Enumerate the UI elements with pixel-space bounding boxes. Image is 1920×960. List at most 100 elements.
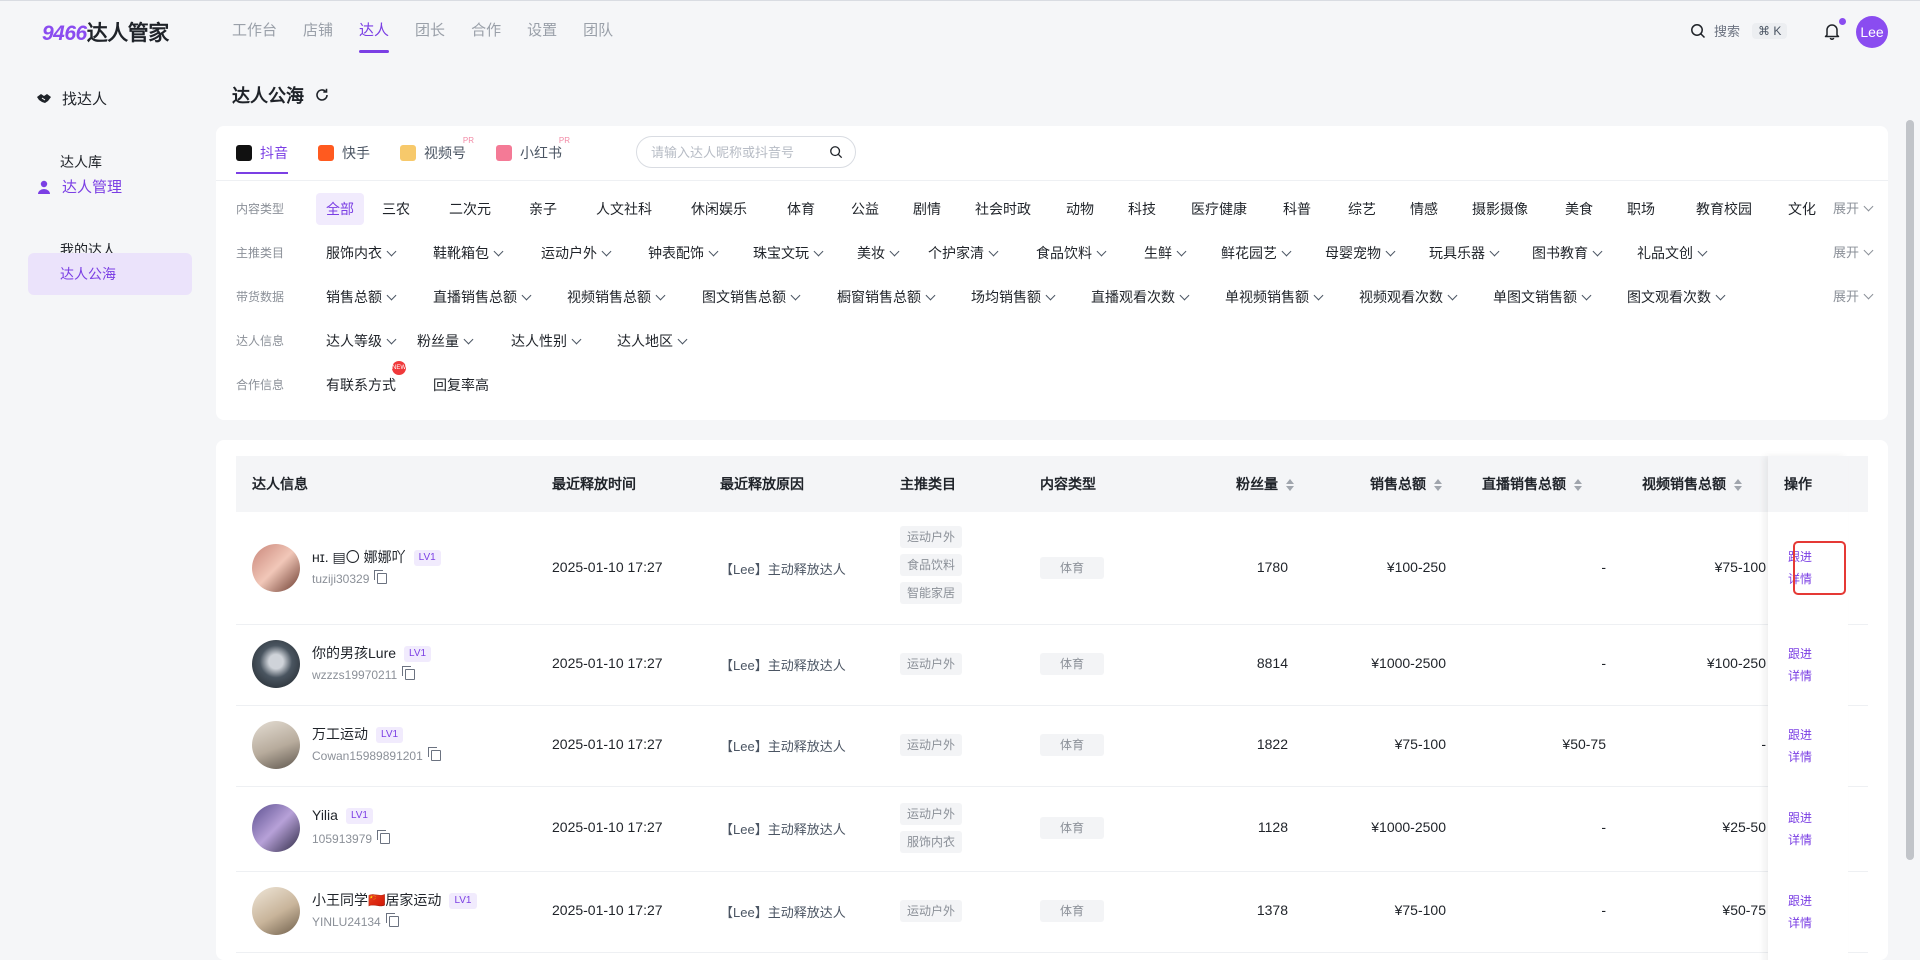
col-live-sales-sortable[interactable]: 直播销售总额 [1482,456,1582,512]
copy-icon[interactable] [377,830,391,844]
creator-nickname[interactable]: 你的男孩Lure LV1 [312,643,432,663]
category-dropdown[interactable]: 个护家清 [928,237,999,269]
tab-xiaohongshu[interactable]: 小红书 PR [496,126,570,180]
category-dropdown[interactable]: 美妆 [857,237,900,269]
sales-dropdown[interactable]: 橱窗销售总额 [837,281,936,313]
content-type-option[interactable]: 动物 [1066,193,1094,225]
copy-icon[interactable] [427,747,441,761]
sales-dropdown[interactable]: 单图文销售额 [1493,281,1592,313]
col-fans-sortable[interactable]: 粉丝量 [1236,456,1294,512]
sales-dropdown[interactable]: 视频观看次数 [1359,281,1458,313]
copy-icon[interactable] [402,666,416,680]
avatar[interactable] [252,887,300,935]
follow-up-link[interactable]: 跟进 [1788,892,1812,909]
category-dropdown[interactable]: 鲜花园艺 [1221,237,1292,269]
tab-douyin[interactable]: 抖音 [236,126,288,180]
content-type-option[interactable]: 剧情 [913,193,941,225]
sidebar-group-find[interactable]: 找达人 [36,88,107,109]
sales-dropdown[interactable]: 视频销售总额 [567,281,666,313]
sales-dropdown[interactable]: 单视频销售额 [1225,281,1324,313]
creator-info-dropdown[interactable]: 粉丝量 [417,325,474,357]
content-type-option[interactable]: 综艺 [1348,193,1376,225]
bell-icon[interactable] [1822,21,1842,41]
content-type-option[interactable]: 全部 [316,193,364,225]
page-scrollbar[interactable] [1906,120,1914,860]
has-contact-option[interactable]: 有联系方式 [326,369,396,401]
content-type-option[interactable]: 文化 [1788,193,1816,225]
category-dropdown[interactable]: 运动户外 [541,237,612,269]
content-type-option[interactable]: 教育校园 [1696,193,1752,225]
content-type-option[interactable]: 亲子 [529,193,557,225]
avatar[interactable] [252,804,300,852]
copy-icon[interactable] [374,570,388,584]
high-reply-option[interactable]: 回复率高 [433,369,489,401]
category-dropdown[interactable]: 鞋靴箱包 [433,237,504,269]
nav-settings[interactable]: 设置 [527,1,557,57]
sales-dropdown[interactable]: 图文观看次数 [1627,281,1726,313]
app-logo[interactable]: 9466达人管家 [42,17,169,47]
creator-nickname[interactable]: 万工运动 LV1 [312,724,404,744]
creator-search-input[interactable] [649,143,829,161]
creator-info-dropdown[interactable]: 达人性别 [511,325,582,357]
category-dropdown[interactable]: 玩具乐器 [1429,237,1500,269]
content-type-option[interactable]: 科技 [1128,193,1156,225]
content-type-option[interactable]: 科普 [1283,193,1311,225]
refresh-icon[interactable] [314,87,330,103]
detail-link[interactable]: 详情 [1788,570,1812,587]
content-type-option[interactable]: 公益 [851,193,879,225]
user-avatar[interactable]: Lee [1856,16,1888,48]
sales-dropdown[interactable]: 场均销售额 [971,281,1056,313]
category-dropdown[interactable]: 生鲜 [1144,237,1187,269]
content-type-option[interactable]: 美食 [1565,193,1593,225]
sales-dropdown[interactable]: 销售总额 [326,281,397,313]
avatar[interactable] [252,721,300,769]
creator-nickname[interactable]: Yilia LV1 [312,807,373,824]
follow-up-link[interactable]: 跟进 [1788,548,1812,565]
detail-link[interactable]: 详情 [1788,914,1812,931]
nav-workbench[interactable]: 工作台 [232,1,277,57]
content-type-option[interactable]: 三农 [382,193,410,225]
sales-dropdown[interactable]: 直播观看次数 [1091,281,1190,313]
sidebar-item-public-pool[interactable]: 达人公海 [28,253,192,295]
category-dropdown[interactable]: 服饰内衣 [326,237,397,269]
content-type-option[interactable]: 情感 [1410,193,1438,225]
content-type-option[interactable]: 医疗健康 [1191,193,1247,225]
search-icon[interactable] [829,145,843,159]
global-search-button[interactable]: 搜索 ⌘ K [1690,21,1788,40]
follow-up-link[interactable]: 跟进 [1788,645,1812,662]
detail-link[interactable]: 详情 [1788,748,1812,765]
category-dropdown[interactable]: 礼品文创 [1637,237,1708,269]
nav-leader[interactable]: 团长 [415,1,445,57]
content-type-option[interactable]: 休闲娱乐 [691,193,747,225]
content-type-option[interactable]: 社会时政 [975,193,1031,225]
nav-shop[interactable]: 店铺 [303,1,333,57]
avatar[interactable] [252,544,300,592]
sales-dropdown[interactable]: 直播销售总额 [433,281,532,313]
follow-up-link[interactable]: 跟进 [1788,809,1812,826]
sidebar-group-manage[interactable]: 达人管理 [36,176,122,197]
content-type-option[interactable]: 体育 [787,193,815,225]
content-type-option[interactable]: 二次元 [449,193,491,225]
detail-link[interactable]: 详情 [1788,667,1812,684]
nav-cooperation[interactable]: 合作 [471,1,501,57]
category-dropdown[interactable]: 母婴宠物 [1325,237,1396,269]
expand-sales-button[interactable]: 展开 [1833,281,1874,313]
content-type-option[interactable]: 职场 [1627,193,1655,225]
creator-nickname[interactable]: ʜɪ. ▤〇 娜娜吖 LV1 [312,547,441,567]
expand-content-type-button[interactable]: 展开 [1833,193,1874,225]
nav-creator[interactable]: 达人 [359,1,390,57]
category-dropdown[interactable]: 图书教育 [1532,237,1603,269]
avatar[interactable] [252,640,300,688]
detail-link[interactable]: 详情 [1788,831,1812,848]
creator-info-dropdown[interactable]: 达人等级 [326,325,397,357]
content-type-option[interactable]: 摄影摄像 [1472,193,1528,225]
tab-channels[interactable]: 视频号 PR [400,126,474,180]
expand-category-button[interactable]: 展开 [1833,237,1874,269]
col-sales-total-sortable[interactable]: 销售总额 [1370,456,1442,512]
nav-team[interactable]: 团队 [583,1,613,57]
category-dropdown[interactable]: 珠宝文玩 [753,237,824,269]
col-video-sales-sortable[interactable]: 视频销售总额 [1642,456,1742,512]
follow-up-link[interactable]: 跟进 [1788,726,1812,743]
category-dropdown[interactable]: 食品饮料 [1036,237,1107,269]
content-type-option[interactable]: 人文社科 [596,193,652,225]
